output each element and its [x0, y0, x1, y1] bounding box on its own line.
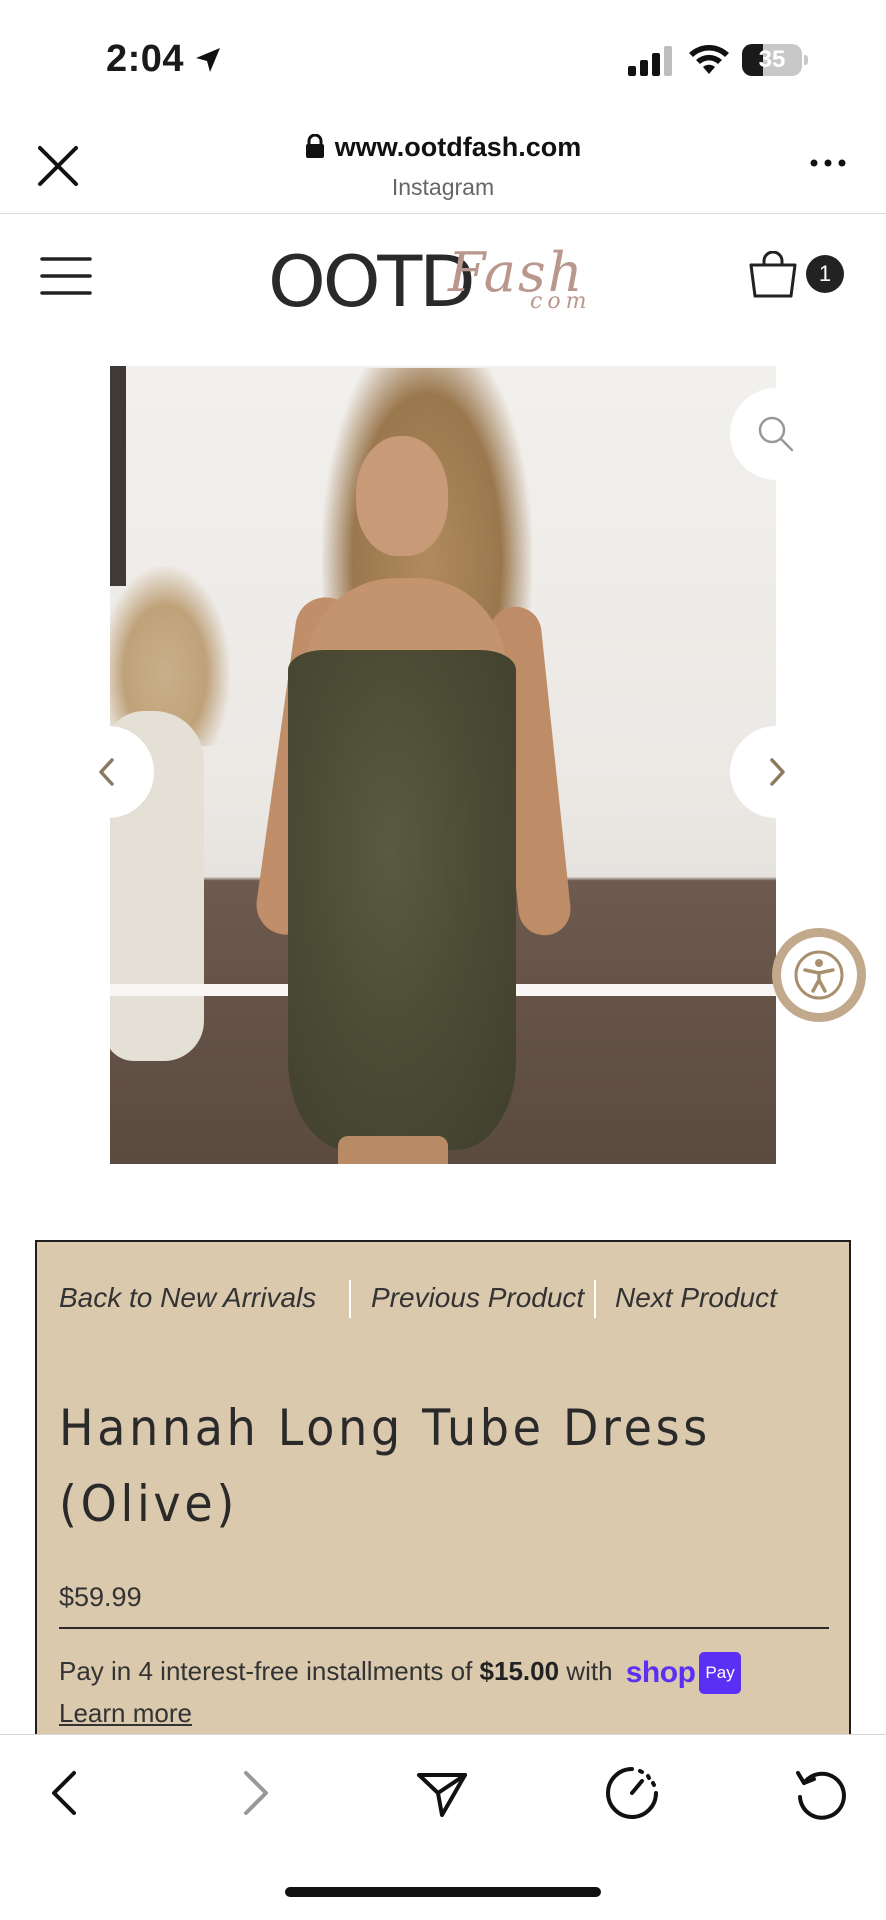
- product-title-line2: (Olive): [59, 1475, 238, 1533]
- hamburger-menu-icon[interactable]: [40, 255, 92, 297]
- logo-wordmark: OOTD: [268, 241, 476, 323]
- gallery-prev-button[interactable]: [62, 726, 154, 818]
- gallery-next-button[interactable]: [730, 726, 822, 818]
- learn-more-link[interactable]: Learn more: [59, 1698, 192, 1728]
- logo-sub: com: [530, 289, 592, 314]
- home-indicator: [285, 1887, 601, 1897]
- shop-pay-logo: shop Pay: [625, 1652, 741, 1695]
- photo-olive-dress: [288, 650, 516, 1150]
- status-time: 2:04: [106, 38, 185, 80]
- magnifier-icon: [758, 416, 794, 452]
- previous-product-link[interactable]: Previous Product: [371, 1282, 584, 1314]
- breadcrumb-divider: [349, 1280, 351, 1318]
- browser-toolbar: [0, 1734, 886, 1920]
- accessibility-button-inner: [781, 937, 857, 1013]
- wifi-icon: [689, 45, 729, 74]
- lock-icon: [305, 134, 324, 158]
- product-title: Hannah Long Tube Dress (Olive): [59, 1390, 767, 1542]
- product-price: $59.99: [59, 1582, 142, 1612]
- more-options-icon[interactable]: [808, 148, 848, 178]
- installments-message: Pay in 4 interest-free installments of $…: [59, 1652, 839, 1732]
- shop-pay-badge: Pay: [699, 1652, 741, 1695]
- site-header: OOTD Fash com 1: [0, 215, 886, 335]
- breadcrumb-divider: [594, 1280, 596, 1318]
- battery-indicator: 35: [742, 44, 808, 76]
- product-info-card: Back to New Arrivals Previous Product Ne…: [35, 1240, 851, 1740]
- shop-pay-wordmark: shop: [625, 1656, 696, 1690]
- url-bar[interactable]: www.ootdfash.com: [0, 132, 886, 163]
- url-text: www.ootdfash.com: [334, 132, 582, 162]
- photo-door-edge: [110, 366, 126, 586]
- photo-model-legs: [338, 1136, 448, 1164]
- chevron-left-icon: [99, 758, 114, 786]
- installments-suffix: with: [559, 1656, 620, 1686]
- zoom-button[interactable]: [730, 388, 822, 480]
- browser-source-label: Instagram: [391, 174, 495, 200]
- site-logo[interactable]: OOTD Fash com: [268, 239, 608, 323]
- shopping-bag-icon[interactable]: [748, 251, 798, 299]
- accessibility-button[interactable]: [772, 928, 866, 1022]
- battery-percent: 35: [758, 46, 786, 73]
- photo-model-head: [356, 436, 448, 556]
- location-arrow-icon: [196, 48, 220, 72]
- product-gallery: [0, 360, 886, 1180]
- price-divider: [59, 1627, 829, 1629]
- battery-icon: 35: [742, 44, 802, 76]
- installments-prefix: Pay in 4 interest-free installments of: [59, 1656, 480, 1686]
- in-app-browser-header: www.ootdfash.com Instagram: [0, 118, 886, 214]
- breadcrumb: Back to New Arrivals Previous Product Ne…: [59, 1280, 839, 1322]
- timer-icon[interactable]: [604, 1765, 660, 1821]
- battery-cap: [804, 55, 808, 65]
- forward-arrow-icon[interactable]: [226, 1765, 282, 1821]
- status-bar: 2:04 35: [0, 0, 886, 118]
- back-to-new-arrivals-link[interactable]: Back to New Arrivals: [59, 1282, 316, 1314]
- share-send-icon[interactable]: [414, 1765, 470, 1821]
- cart-count-badge[interactable]: 1: [806, 255, 844, 293]
- back-arrow-icon[interactable]: [38, 1765, 94, 1821]
- product-title-line1: Hannah Long Tube Dress: [59, 1399, 711, 1457]
- product-photo[interactable]: [110, 366, 776, 1164]
- next-product-link[interactable]: Next Product: [615, 1282, 777, 1314]
- chevron-right-icon: [770, 758, 785, 786]
- installment-amount: $15.00: [479, 1656, 560, 1686]
- reload-icon[interactable]: [792, 1765, 848, 1821]
- cellular-signal-icon: [628, 46, 672, 76]
- accessibility-person-icon: [794, 950, 844, 1000]
